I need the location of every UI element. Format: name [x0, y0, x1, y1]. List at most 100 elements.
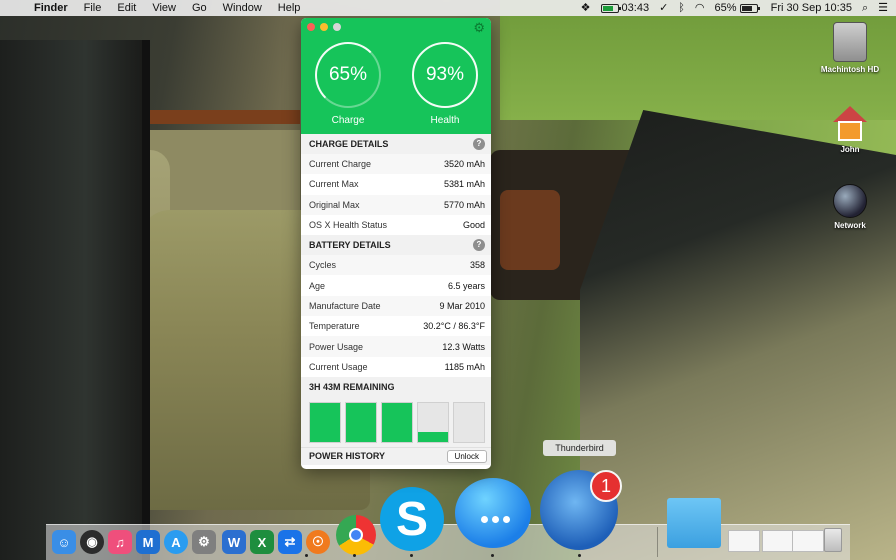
- running-indicator: [353, 554, 356, 557]
- detail-row: Temperature 30.2°C / 86.3°F: [301, 316, 491, 336]
- dock-tooltip: Thunderbird: [543, 440, 616, 456]
- detail-value: 5381 mAh: [443, 179, 485, 190]
- check-icon[interactable]: ✓: [659, 0, 668, 16]
- desktop-icon-network[interactable]: Network: [810, 184, 890, 230]
- help-icon[interactable]: ?: [473, 138, 485, 150]
- minimized-window-thumbnail[interactable]: [728, 530, 760, 552]
- menu-file[interactable]: File: [76, 0, 110, 16]
- messages-icon[interactable]: [455, 478, 531, 548]
- power-history-label[interactable]: POWER HISTORY: [309, 451, 385, 461]
- detail-row: Power Usage 12.3 Watts: [301, 336, 491, 357]
- network-globe-icon: [833, 184, 867, 218]
- firefox-icon[interactable]: ☉: [306, 530, 330, 554]
- charge-percent: 65%: [328, 64, 368, 85]
- desktop-icon-label: John: [840, 145, 860, 154]
- detail-label: Original Max: [309, 199, 360, 210]
- desktop-icon-john[interactable]: John: [810, 106, 890, 154]
- messages-bubble-dots: [481, 516, 510, 523]
- remaining-header: 3H 43M REMAINING: [301, 376, 491, 397]
- skype-icon[interactable]: S: [380, 487, 444, 551]
- running-indicator: [491, 554, 494, 557]
- charge-label: Charge: [331, 115, 365, 126]
- wifi-icon[interactable]: ◠: [695, 0, 705, 16]
- detail-row: Current Usage 1185 mAh: [301, 357, 491, 377]
- dock-separator: [657, 527, 658, 557]
- battery-details-header: BATTERY DETAILS ?: [301, 235, 491, 256]
- remaining-time: 3H 43M REMAINING: [309, 381, 395, 392]
- detail-value: Good: [462, 220, 485, 231]
- detail-label: Manufacture Date: [309, 300, 381, 311]
- detail-label: Current Max: [309, 179, 359, 190]
- desktop-icon-label: Machintosh HD: [820, 65, 880, 74]
- section-title: BATTERY DETAILS: [309, 240, 391, 251]
- clock[interactable]: Fri 30 Sep 10:35: [771, 0, 852, 16]
- gear-icon[interactable]: ⚙: [473, 20, 485, 36]
- close-button[interactable]: [307, 23, 315, 31]
- thunderbird-badge: 1: [590, 470, 622, 502]
- running-indicator: [578, 554, 581, 557]
- detail-value: 1185 mAh: [444, 361, 485, 372]
- help-icon[interactable]: ?: [473, 239, 485, 252]
- health-label: Health: [430, 115, 460, 126]
- detail-label: OS X Health Status: [309, 220, 388, 231]
- word-icon[interactable]: W: [222, 530, 246, 554]
- power-history-footer: POWER HISTORY Unlock: [301, 446, 491, 465]
- itunes-icon[interactable]: ♫: [108, 530, 132, 554]
- hard-drive-icon: [833, 22, 867, 62]
- battery-popover: ⚙ 65% 93% Charge Health CHARGE DETAILS ?…: [301, 18, 491, 469]
- menu-help[interactable]: Help: [270, 0, 309, 16]
- level-bar-fill: [382, 402, 412, 442]
- dashboard-icon[interactable]: ◉: [80, 530, 104, 554]
- trash-icon[interactable]: [824, 528, 842, 552]
- bluetooth-icon[interactable]: ᛒ: [678, 0, 685, 16]
- dropbox-icon[interactable]: ❖: [581, 0, 591, 16]
- zoom-button[interactable]: [333, 23, 341, 31]
- battery-status[interactable]: 65%: [715, 0, 761, 16]
- level-bar-fill: [346, 402, 376, 442]
- unlock-button[interactable]: Unlock: [446, 449, 487, 463]
- system-preferences-icon[interactable]: ⚙: [192, 530, 216, 554]
- minimized-window-thumbnail[interactable]: [792, 530, 824, 552]
- spotlight-icon[interactable]: ⌕: [862, 0, 868, 16]
- running-indicator: [410, 554, 413, 557]
- chrome-icon[interactable]: [336, 515, 376, 555]
- battery-app-status[interactable]: 03:43: [600, 0, 649, 16]
- detail-label: Power Usage: [309, 341, 364, 352]
- desktop-icon-hd[interactable]: Machintosh HD: [810, 22, 890, 74]
- menu-edit[interactable]: Edit: [109, 0, 144, 16]
- battery-percent: 65%: [714, 2, 737, 14]
- charge-details-list: Current Charge 3520 mAh Current Max 5381 m…: [301, 154, 491, 235]
- teamviewer-icon[interactable]: ⇄: [278, 530, 302, 554]
- detail-row: Current Max 5381 mAh: [301, 174, 491, 194]
- minimized-window-thumbnail[interactable]: [762, 530, 794, 552]
- app-store-icon[interactable]: A: [164, 530, 188, 554]
- detail-row: Original Max 5770 mAh: [301, 194, 491, 215]
- maps-icon[interactable]: M: [136, 530, 160, 554]
- detail-row: Age 6.5 years: [301, 275, 491, 295]
- detail-label: Cycles: [309, 260, 337, 271]
- menu-bar: Finder File Edit View Go Window Help ❖ 0…: [0, 0, 896, 16]
- downloads-folder-icon[interactable]: [667, 498, 721, 548]
- level-bar: [345, 401, 377, 443]
- menu-go[interactable]: Go: [184, 0, 215, 16]
- finder-icon[interactable]: ☺: [52, 530, 76, 554]
- menu-view[interactable]: View: [144, 0, 184, 16]
- minimize-button[interactable]: [320, 23, 328, 31]
- level-bar-fill: [310, 402, 340, 442]
- menu-finder[interactable]: Finder: [26, 0, 76, 16]
- running-indicator: [305, 554, 308, 557]
- detail-value: 30.2°C / 86.3°F: [423, 321, 485, 332]
- battery-summary-header: ⚙ 65% 93% Charge Health: [301, 18, 491, 134]
- detail-value: 9 Mar 2010: [439, 300, 485, 311]
- detail-row: OS X Health Status Good: [301, 215, 491, 235]
- menu-window[interactable]: Window: [215, 0, 270, 16]
- charge-ring: 65%: [315, 42, 381, 108]
- notification-center-icon[interactable]: ☰: [878, 0, 888, 16]
- health-percent: 93%: [425, 64, 465, 85]
- battery-details-list: Cycles 358 Age 6.5 years Manufacture Date 9…: [301, 255, 491, 377]
- home-folder-icon: [833, 106, 867, 142]
- detail-value: 358: [469, 260, 485, 271]
- system-battery-icon: [739, 3, 760, 13]
- excel-icon[interactable]: X: [250, 530, 274, 554]
- level-bar: [309, 401, 341, 443]
